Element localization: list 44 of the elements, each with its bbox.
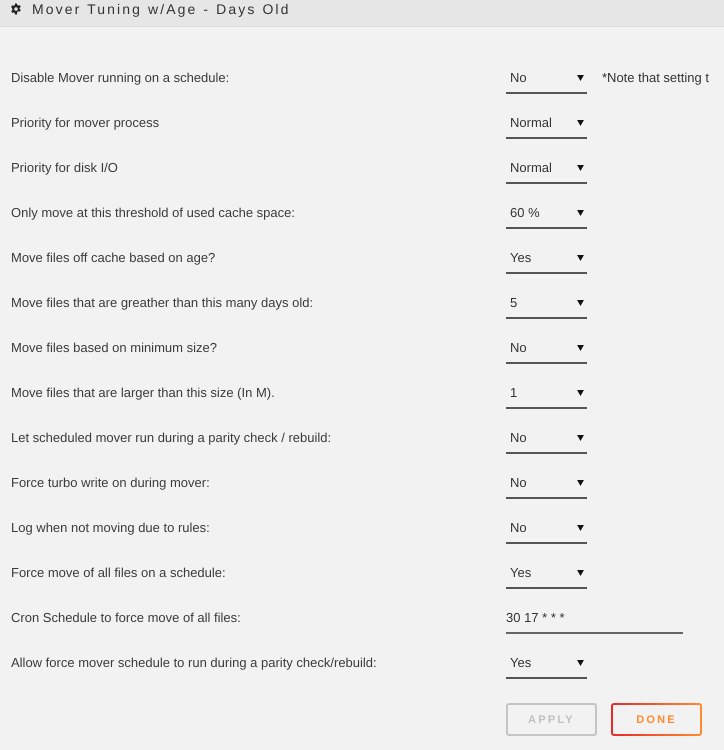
caret-icon xyxy=(577,570,584,576)
caret-icon xyxy=(577,254,584,260)
setting-label: Disable Mover running on a schedule: xyxy=(11,70,230,85)
setting-label: Move files that are greather than this many days old: xyxy=(11,295,314,310)
dropdown[interactable]: Normal xyxy=(506,151,587,184)
input-field[interactable]: 30 17 * * * xyxy=(506,601,683,634)
caret-icon xyxy=(577,120,584,126)
setting-label: Move files that are larger than this size (In M). xyxy=(11,385,276,400)
dropdown[interactable]: No xyxy=(506,331,587,364)
setting-label: Cron Schedule to force move of all files: xyxy=(11,610,242,625)
note-text: *Note that setting t xyxy=(602,70,709,85)
setting-label: Priority for disk I/O xyxy=(11,160,119,175)
dropdown[interactable]: Yes xyxy=(506,646,587,679)
dropdown[interactable]: 60 % xyxy=(506,196,587,229)
caret-icon xyxy=(577,164,584,170)
dropdown[interactable]: Normal xyxy=(506,106,587,139)
caret-icon xyxy=(577,480,584,486)
setting-label: Force turbo write on during mover: xyxy=(11,475,211,490)
setting-label: Priority for mover process xyxy=(11,115,160,130)
dropdown[interactable]: No xyxy=(506,61,587,94)
panel-title: Mover Tuning w/Age - Days Old xyxy=(32,0,291,18)
setting-label: Force move of all files on a schedule: xyxy=(11,565,227,580)
caret-icon xyxy=(577,524,584,530)
dropdown[interactable]: Yes xyxy=(506,241,587,274)
caret-icon xyxy=(577,660,584,666)
setting-label: Only move at this threshold of used cache space: xyxy=(11,205,296,220)
caret-icon xyxy=(577,344,584,350)
settings-icon xyxy=(10,3,22,15)
caret-icon xyxy=(577,300,584,306)
dropdown[interactable]: No xyxy=(506,511,587,544)
setting-label: Let scheduled mover run during a parity check / rebuild: xyxy=(11,430,332,445)
caret-icon xyxy=(577,74,584,80)
caret-icon xyxy=(577,390,584,396)
dropdown[interactable]: No xyxy=(506,421,587,454)
setting-label: Allow force mover schedule to run during a parity check/rebuild: xyxy=(11,655,378,670)
setting-label: Move files based on minimum size? xyxy=(11,340,218,355)
dropdown[interactable]: Yes xyxy=(506,556,587,589)
setting-label: Move files off cache based on age? xyxy=(11,250,216,265)
caret-icon xyxy=(577,434,584,440)
caret-icon xyxy=(577,210,584,216)
setting-label: Log when not moving due to rules: xyxy=(11,520,211,535)
dropdown[interactable]: 1 xyxy=(506,376,587,409)
dropdown[interactable]: No xyxy=(506,466,587,499)
dropdown[interactable]: 5 xyxy=(506,286,587,319)
